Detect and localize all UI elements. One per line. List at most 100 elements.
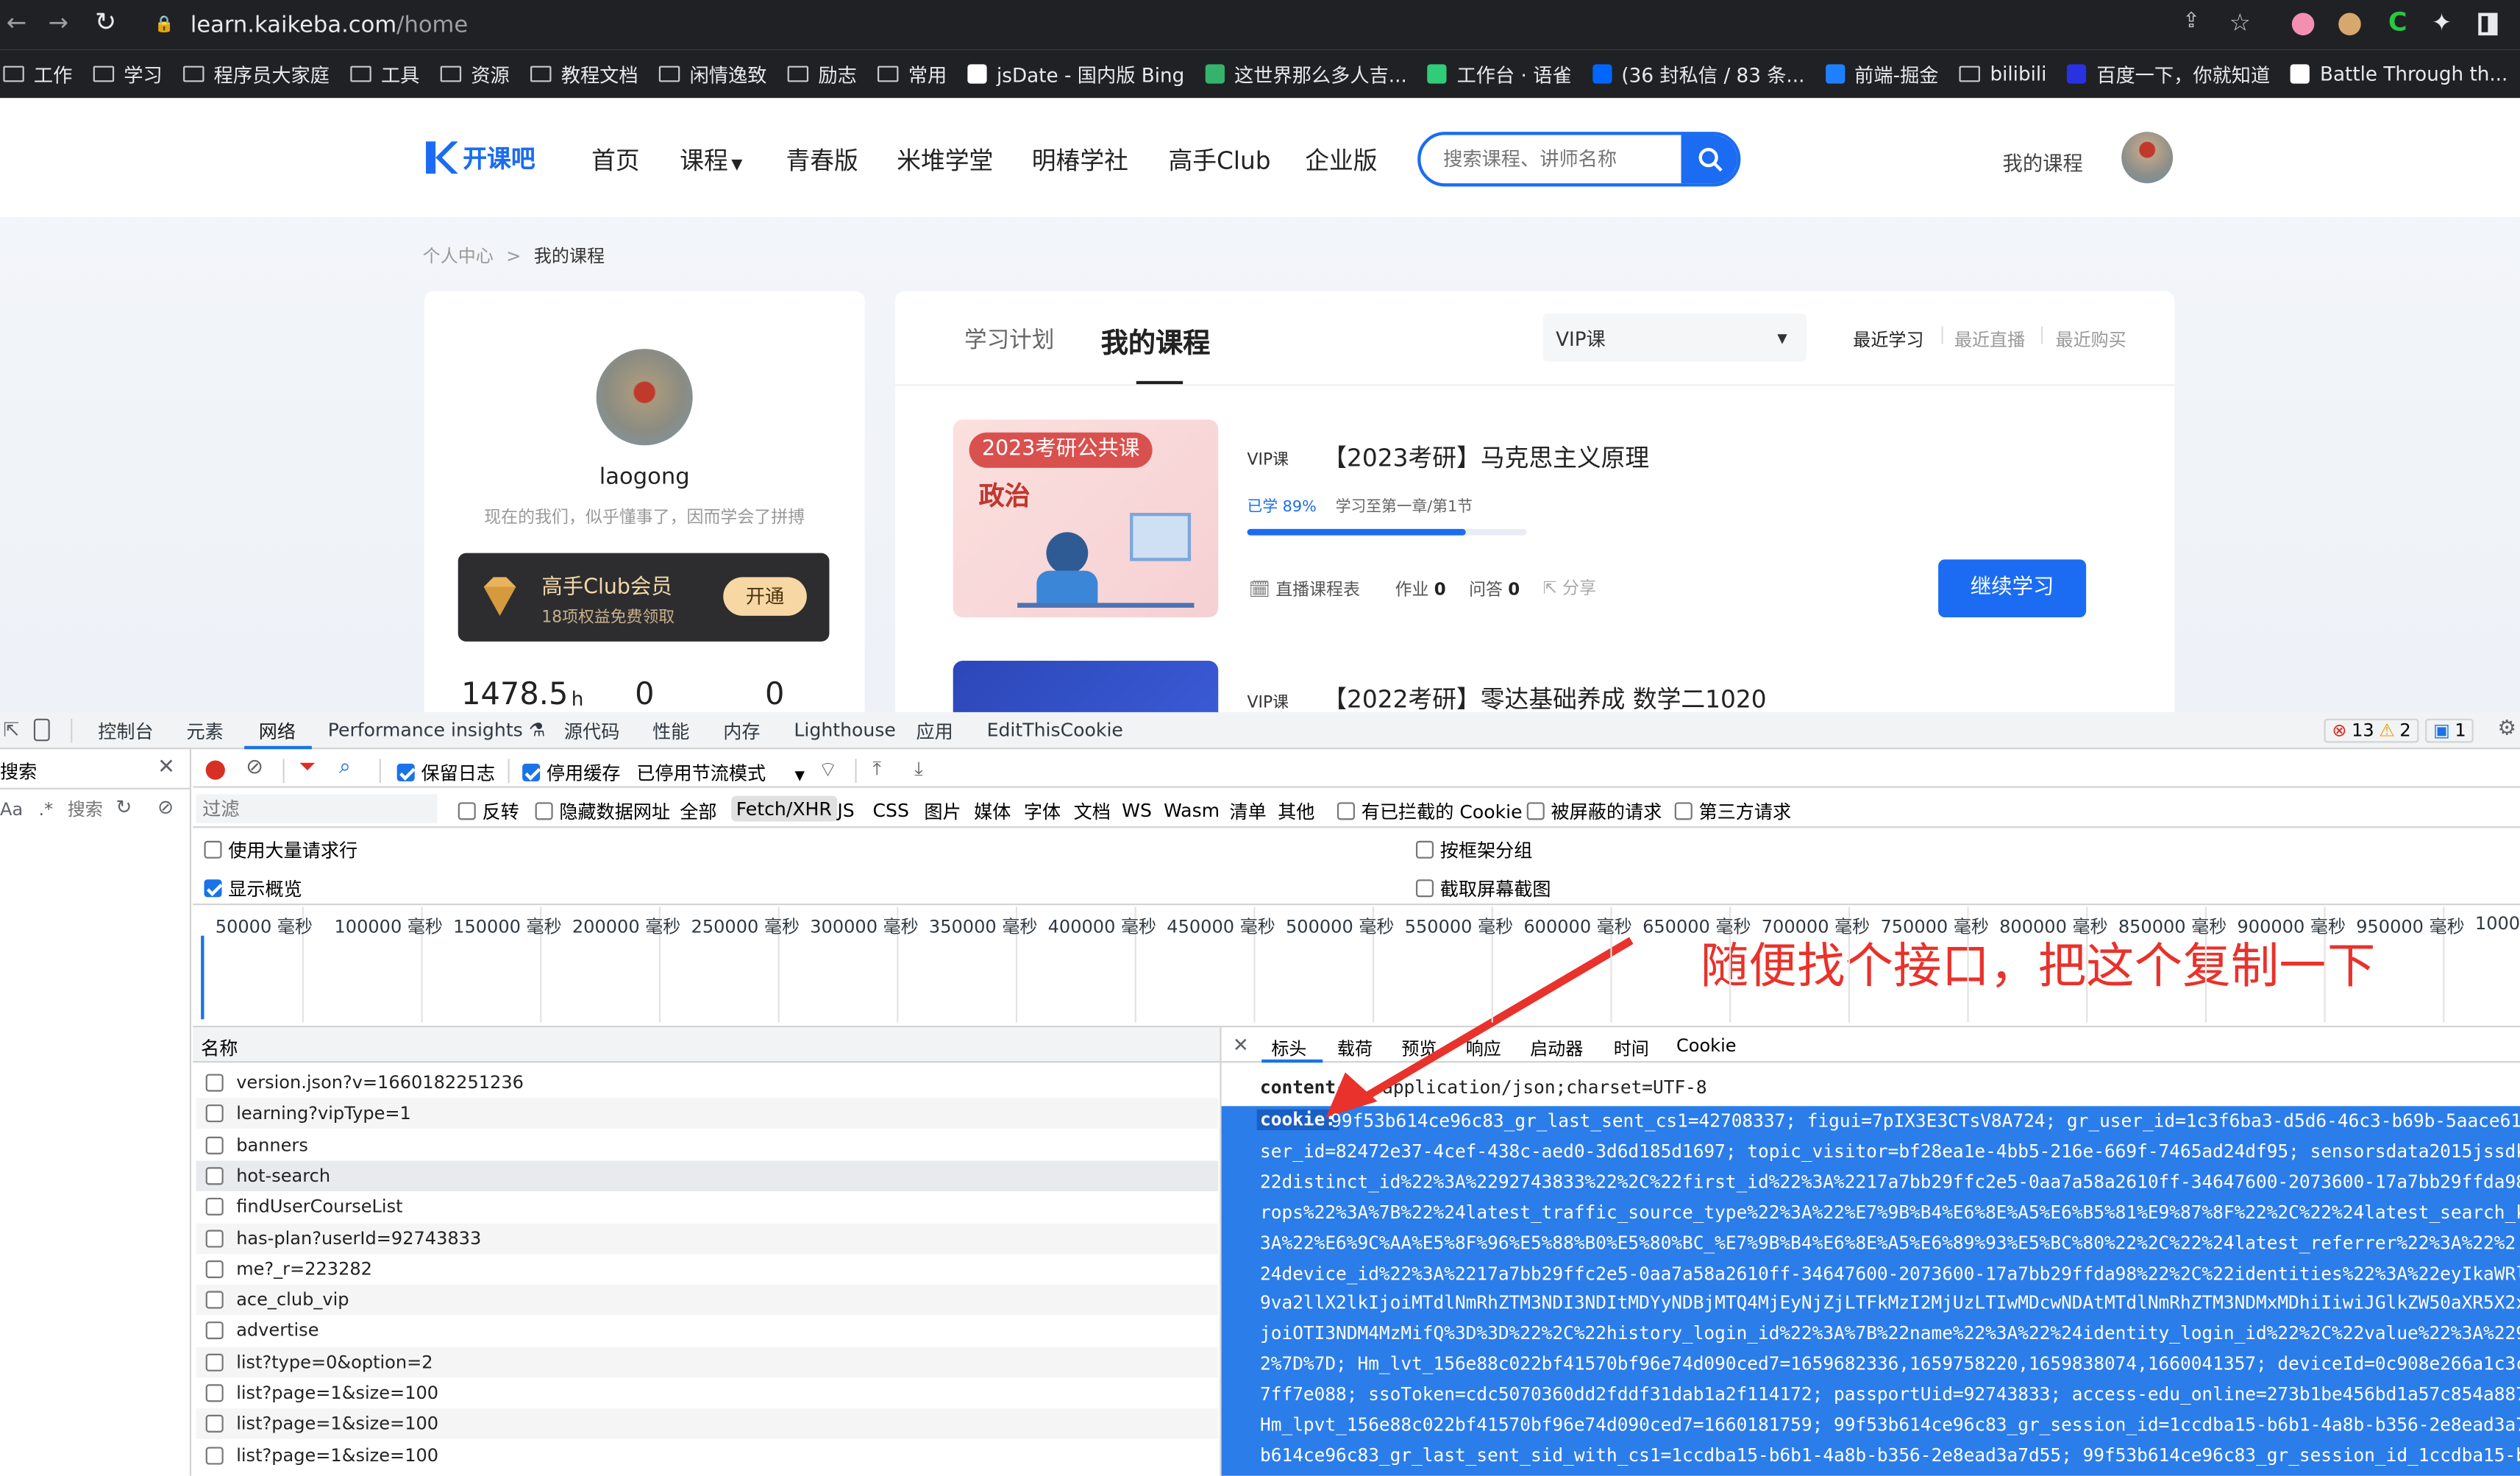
filter-css[interactable]: CSS [872, 799, 908, 822]
request-row[interactable]: version.json?v=1660182251236 [196, 1067, 1219, 1099]
cookie-value-line[interactable]: 2%7D%7D; Hm_lvt_156e88c022bf41570bf96e74… [1222, 1349, 2520, 1380]
import-har-icon[interactable]: ⤒ [872, 757, 881, 781]
cookie-value-line[interactable]: Hm_lpvt_156e88c022bf41570bf96e74d090ced7… [1222, 1410, 2520, 1441]
filter-other[interactable]: 其他 [1278, 799, 1314, 825]
back-icon[interactable]: ← [7, 8, 26, 37]
request-row[interactable]: findUserCourseList [196, 1191, 1219, 1223]
bookmark-item[interactable]: 这世界那么多人吉... [1205, 60, 1407, 88]
request-row[interactable]: banners [196, 1129, 1219, 1160]
homework[interactable]: 作业 0 [1395, 577, 1446, 601]
request-row[interactable]: list?page=1&size=100 [196, 1377, 1219, 1409]
tab-my-courses[interactable]: 我的课程 [1101, 320, 1211, 361]
site-search-button[interactable] [1681, 135, 1737, 184]
bookmark-item[interactable]: 程序员大家庭 [183, 60, 330, 88]
device-toolbar-icon[interactable] [33, 718, 50, 742]
request-row[interactable]: list?page=1&size=100 [196, 1408, 1219, 1440]
refresh-icon[interactable]: ↻ [115, 796, 132, 819]
devtools-tab-memory[interactable]: 内存 [723, 719, 760, 745]
filter-manifest[interactable]: 清单 [1230, 799, 1267, 825]
search-icon[interactable]: ⌕ [339, 756, 351, 780]
filter-wasm[interactable]: Wasm [1164, 799, 1220, 822]
name-column-header[interactable]: 名称 [201, 1035, 238, 1061]
bookmark-item[interactable]: 工作 [3, 60, 72, 88]
bookmark-item[interactable]: (36 封私信 / 83 条... [1592, 60, 1804, 88]
extension-icon[interactable] [2291, 13, 2315, 36]
clear-icon[interactable]: ⊘ [157, 796, 174, 819]
nav-youth[interactable]: 青春版 [786, 143, 858, 177]
request-row[interactable]: has-plan?userId=92743833 [196, 1222, 1219, 1254]
devtools-tab-lighthouse[interactable]: Lighthouse [794, 719, 896, 742]
blocked-requests-filter[interactable]: 被屏蔽的请求 [1526, 799, 1662, 825]
nav-enterprise[interactable]: 企业版 [1305, 143, 1377, 177]
bookmark-item[interactable]: bilibili [1959, 63, 2046, 85]
match-case-icon[interactable]: Aa [0, 799, 23, 820]
devtools-tab-network[interactable]: 网络 [259, 719, 296, 745]
issues-counter[interactable]: ⊗ 13 ⚠ 2 [2324, 718, 2419, 743]
request-row[interactable]: me?_r=223282 [196, 1253, 1219, 1285]
bookmark-item[interactable]: 教程文档 [530, 60, 638, 88]
cookie-value-line[interactable]: 9va2llX2lkIjoiMTdlNmRhZTM3NDI3NDItMDYyND… [1222, 1288, 2520, 1319]
bookmark-item[interactable]: 工具 [350, 60, 419, 88]
cookie-value-line[interactable]: joiOTI3NDM4MzMifQ%3D%3D%22%2C%22history_… [1222, 1319, 2520, 1349]
bookmark-item[interactable]: 常用 [878, 60, 947, 88]
site-search-input[interactable] [1420, 135, 1681, 184]
messages-counter[interactable]: ▣ 1 [2425, 718, 2474, 743]
bookmark-item[interactable]: 励志 [787, 60, 857, 88]
devtools-tab-elements[interactable]: 元素 [186, 719, 223, 745]
group-by-frame-option[interactable]: 按框架分组 [1415, 837, 1532, 863]
hide-data-urls[interactable]: 隐藏数据网址 [535, 799, 670, 825]
forward-icon[interactable]: → [49, 8, 68, 37]
nav-midui[interactable]: 米堆学堂 [897, 143, 993, 177]
filter-all[interactable]: 全部 [680, 799, 716, 825]
cookie-extension-icon[interactable] [2338, 13, 2361, 36]
third-party-filter[interactable]: 第三方请求 [1674, 799, 1791, 825]
bookmark-item[interactable]: 工作台 · 语雀 [1428, 60, 1572, 88]
sidebar-icon[interactable] [2478, 13, 2498, 36]
filter-img[interactable]: 图片 [924, 799, 961, 825]
request-row[interactable]: learning?vipType=1 [196, 1099, 1219, 1129]
nav-home[interactable]: 首页 [591, 143, 640, 177]
blocked-cookies-filter[interactable]: 有已拦截的 Cookie [1336, 799, 1523, 825]
puzzle-icon[interactable]: ✦ [2432, 8, 2452, 37]
filter-font[interactable]: 字体 [1024, 799, 1061, 825]
regex-icon[interactable]: .* [38, 799, 53, 820]
filter-icon[interactable]: ⏷ [299, 756, 316, 780]
detail-tab-headers[interactable]: 标头 [1271, 1035, 1306, 1061]
filter-fetch-xhr[interactable]: Fetch/XHR [731, 795, 837, 822]
c-extension-icon[interactable]: C [2388, 7, 2407, 38]
filter-js[interactable]: JS [837, 799, 854, 822]
cookie-value-line[interactable]: b614ce96c83_gr_last_sent_sid_with_cs1=1c… [1222, 1441, 2520, 1472]
large-rows-option[interactable]: 使用大量请求行 [204, 837, 357, 863]
request-row[interactable]: list?type=0&option=2 [196, 1347, 1219, 1377]
user-avatar[interactable] [2121, 132, 2174, 184]
share[interactable]: ⇱ 分享 [1543, 575, 1596, 600]
nav-mingchun[interactable]: 明椿学社 [1032, 143, 1128, 177]
share-icon[interactable]: ⇪ [2182, 10, 2200, 34]
throttle-select[interactable]: 已停用节流模式 ▼ [636, 761, 805, 787]
cookie-value-line[interactable]: 24device_id%22%3A%2217a7bb29ffc2e5-0aa7a… [1222, 1258, 2520, 1289]
nav-club[interactable]: 高手Club [1168, 143, 1270, 177]
course-type-select[interactable]: VIP课 ▼ [1542, 313, 1807, 362]
devtools-tab-console[interactable]: 控制台 [98, 719, 153, 745]
my-courses-link[interactable]: 我的课程 [2003, 146, 2083, 177]
sort-recent-purchase[interactable]: 最近购买 [2056, 327, 2126, 352]
sort-recent-study[interactable]: 最近学习 [1853, 327, 1923, 352]
close-icon[interactable]: ✕ [157, 756, 175, 780]
course-title[interactable]: 【2023考研】马克思主义原理 [1323, 441, 1649, 475]
search-drawer-input[interactable] [67, 795, 110, 822]
filter-media[interactable]: 媒体 [974, 799, 1011, 825]
invert-filter[interactable]: 反转 [458, 799, 519, 825]
breadcrumb-personal-center[interactable]: 个人中心 [423, 243, 494, 269]
bookmark-item[interactable]: 学习 [93, 60, 163, 88]
disable-cache-toggle[interactable]: 停用缓存 [522, 761, 620, 787]
devtools-tab-performance[interactable]: 性能 [652, 719, 689, 745]
request-row[interactable]: advertise [196, 1316, 1219, 1347]
address-bar[interactable]: 🔒 learn.kaikeba.com/home [138, 6, 2270, 43]
request-row[interactable]: list?page=1&size=100 [196, 1439, 1219, 1471]
export-har-icon[interactable]: ⤓ [914, 757, 923, 781]
inspect-icon[interactable]: ⇱ [3, 719, 19, 742]
tab-study-plan[interactable]: 学习计划 [964, 323, 1054, 355]
continue-learning-button[interactable]: 继续学习 [1938, 559, 2087, 618]
cookie-value-line[interactable]: 7ff7e088; ssoToken=cdc5070360dd2fddf31da… [1222, 1380, 2520, 1411]
live-schedule[interactable]: 🗓 直播课程表 [1249, 577, 1360, 601]
